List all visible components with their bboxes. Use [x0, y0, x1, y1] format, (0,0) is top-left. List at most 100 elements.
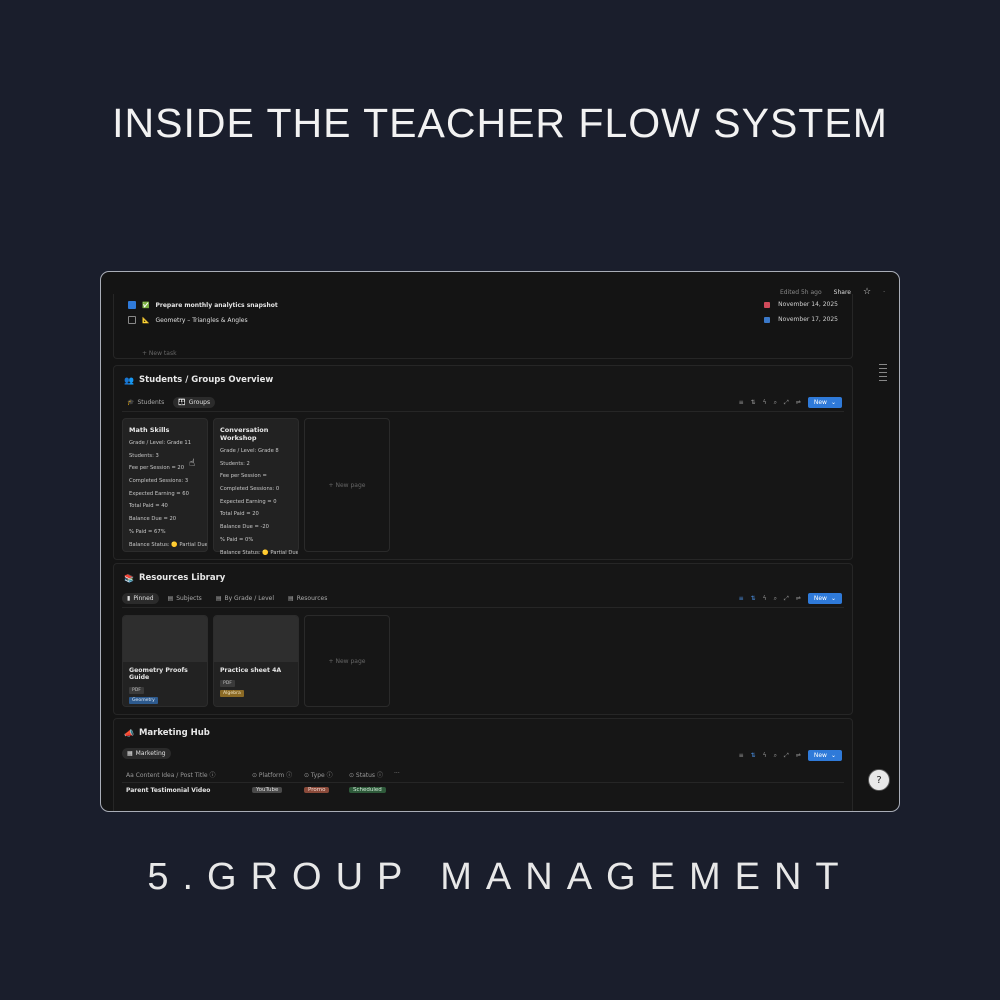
- lightning-icon[interactable]: ϟ: [763, 595, 767, 602]
- card-prop: Total Paid = 40: [129, 503, 168, 510]
- outline-markers[interactable]: [879, 364, 887, 381]
- sort-icon[interactable]: ⇅: [751, 399, 756, 406]
- book-icon: 📚: [124, 573, 134, 583]
- status-tag: Scheduled: [349, 787, 386, 793]
- task-checkbox[interactable]: [128, 301, 136, 309]
- new-button[interactable]: New ⌄: [807, 593, 842, 604]
- expand-icon[interactable]: ⤢: [784, 595, 789, 603]
- group-icon: 👪: [178, 399, 186, 406]
- sort-icon[interactable]: ⇅: [751, 595, 756, 602]
- new-page-card[interactable]: + New page: [304, 418, 390, 552]
- notion-workspace: Edited 5h ago Share ☆ · ✅ Prepare monthl…: [101, 272, 899, 811]
- tab-by-grade[interactable]: ▤ By Grade / Level: [211, 593, 279, 604]
- section-title-text: Marketing Hub: [138, 728, 210, 738]
- calendar-icon: [764, 316, 771, 323]
- platform-tag: YouTube: [252, 787, 283, 793]
- tab-pinned[interactable]: ▮ Pinned: [122, 593, 159, 604]
- type-tag: Promo: [304, 787, 330, 793]
- resource-card[interactable]: Geometry Proofs Guide PDF Geometry: [122, 615, 208, 707]
- task-label: Prepare monthly analytics snapshot: [155, 301, 278, 309]
- search-icon[interactable]: ⌕: [774, 595, 777, 603]
- resource-card[interactable]: Practice sheet 4A PDF Algebra: [213, 615, 299, 707]
- lightning-icon[interactable]: ϟ: [763, 752, 767, 759]
- check-icon: ✅: [142, 301, 150, 309]
- view-tabs: 🎓 Students 👪 Groups: [122, 397, 216, 408]
- filter-icon[interactable]: ≡: [739, 595, 744, 602]
- settings-icon[interactable]: ⇌: [796, 399, 801, 406]
- new-page-card[interactable]: + New page: [304, 615, 390, 707]
- settings-icon[interactable]: ⇌: [796, 752, 801, 759]
- star-icon[interactable]: ☆: [863, 287, 871, 297]
- card-prop: Completed Sessions: 0: [220, 486, 280, 493]
- books-icon: ▤: [215, 595, 222, 602]
- tab-label: Subjects: [176, 595, 202, 602]
- pin-icon: ▮: [127, 595, 131, 602]
- filter-icon[interactable]: ≡: [739, 399, 744, 406]
- tab-label: Students: [137, 399, 165, 406]
- calendar-icon: [764, 301, 771, 308]
- divider: [122, 607, 844, 608]
- filter-icon[interactable]: ≡: [739, 752, 744, 759]
- tab-subjects[interactable]: ▤ Subjects: [163, 593, 207, 604]
- card-prop: Balance Status: 🟡 Partial Due: [220, 549, 298, 556]
- card-prop: Balance Due = -20: [220, 524, 269, 531]
- resource-thumbnail: [123, 616, 207, 662]
- sort-icon[interactable]: ⇅: [751, 752, 756, 759]
- books-icon: ▤: [288, 595, 294, 602]
- triangle-icon: 📐: [142, 316, 150, 324]
- lightning-icon[interactable]: ϟ: [763, 399, 767, 406]
- file-type-tag: PDF: [220, 680, 235, 687]
- tab-label: Pinned: [133, 595, 154, 602]
- expand-icon[interactable]: ⤢: [784, 752, 789, 760]
- column-header[interactable]: ⊙ Type ⓘ: [304, 770, 349, 779]
- new-task-button[interactable]: + New task: [142, 350, 177, 357]
- new-label: New: [813, 399, 827, 406]
- view-toolbar: ≡ ⇅ ϟ ⌕ ⤢ ⇌ New ⌄: [739, 397, 842, 408]
- tab-label: Resources: [296, 595, 328, 602]
- tab-marketing[interactable]: ▦ Marketing: [122, 748, 171, 759]
- card-prop: % Paid = 67%: [129, 528, 166, 535]
- tab-groups[interactable]: 👪 Groups: [173, 397, 216, 408]
- tasks-list: ✅ Prepare monthly analytics snapshot Nov…: [113, 294, 853, 359]
- new-label: New: [813, 595, 827, 602]
- card-prop: Completed Sessions: 3: [129, 478, 189, 485]
- card-prop: Total Paid = 20: [220, 511, 259, 518]
- card-prop: Expected Earning = 60: [129, 490, 189, 497]
- new-button[interactable]: New ⌄: [807, 750, 842, 761]
- people-icon: 👥: [124, 375, 134, 385]
- resource-thumbnail: [214, 616, 298, 662]
- more-icon[interactable]: ·: [883, 289, 885, 296]
- column-header[interactable]: ⊙ Status ⓘ: [349, 770, 394, 779]
- group-card[interactable]: Conversation Workshop Grade / Level: Gra…: [213, 418, 299, 556]
- table-header: Aa Content Idea / Post Title ⓘ ⊙ Platfor…: [126, 770, 400, 779]
- divider: [122, 411, 844, 412]
- tab-students[interactable]: 🎓 Students: [122, 397, 169, 408]
- column-header[interactable]: Aa Content Idea / Post Title ⓘ: [126, 770, 252, 779]
- card-title: Conversation Workshop: [220, 426, 269, 442]
- column-header[interactable]: ⊙ Platform ⓘ: [252, 770, 304, 779]
- tab-resources[interactable]: ▤ Resources: [283, 593, 332, 604]
- table-row[interactable]: Parent Testimonial Video YouTube Promo S…: [126, 786, 394, 794]
- tab-label: Groups: [188, 399, 211, 406]
- new-button[interactable]: New ⌄: [807, 397, 842, 408]
- books-icon: ▤: [167, 595, 174, 602]
- expand-icon[interactable]: ⤢: [784, 399, 789, 407]
- section-title: 👥 Students / Groups Overview: [124, 375, 273, 385]
- search-icon[interactable]: ⌕: [774, 399, 777, 407]
- task-date: November 14, 2025: [764, 301, 838, 308]
- task-date-text: November 17, 2025: [778, 316, 838, 323]
- task-row[interactable]: 📐 Geometry – Triangles & Angles: [128, 316, 248, 324]
- task-row[interactable]: ✅ Prepare monthly analytics snapshot: [128, 301, 278, 309]
- help-icon[interactable]: ?: [868, 769, 890, 791]
- search-icon[interactable]: ⌕: [774, 752, 777, 760]
- task-checkbox[interactable]: [128, 316, 136, 324]
- group-card[interactable]: Math Skills Grade / Level: Grade 11 Stud…: [122, 418, 208, 552]
- card-title: Math Skills: [129, 426, 170, 434]
- resources-library-section: 📚 Resources Library ▮ Pinned ▤ Subjects ▤ B…: [113, 563, 853, 715]
- section-title-text: Students / Groups Overview: [138, 375, 274, 385]
- section-title: 📚 Resources Library: [124, 573, 225, 583]
- section-title: 📣 Marketing Hub: [124, 728, 210, 738]
- settings-icon[interactable]: ⇌: [796, 595, 801, 602]
- task-label: Geometry – Triangles & Angles: [155, 316, 248, 324]
- more-columns-icon[interactable]: ···: [394, 770, 400, 779]
